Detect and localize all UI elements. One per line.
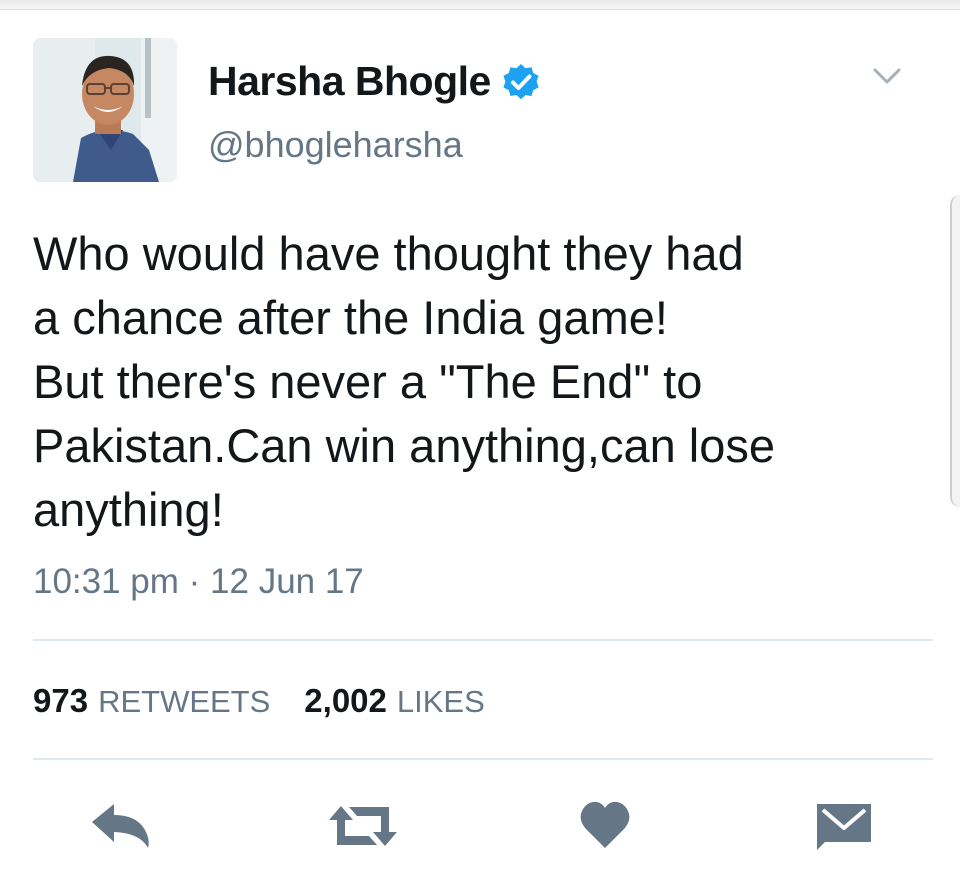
scrollbar-edge[interactable] — [950, 195, 960, 507]
divider — [33, 758, 933, 760]
author-handle[interactable]: @bhogleharsha — [208, 124, 463, 166]
retweet-icon — [329, 806, 397, 846]
tweet-text: Who would have thought they had a chance… — [33, 227, 775, 536]
retweets-label: RETWEETS — [98, 684, 271, 719]
reply-icon — [92, 804, 149, 848]
heart-icon — [580, 801, 630, 848]
chevron-down-icon[interactable] — [870, 62, 904, 90]
likes-count: 2,002 — [304, 682, 387, 719]
direct-message-button[interactable] — [815, 798, 873, 854]
reply-button[interactable] — [88, 798, 152, 854]
avatar-photo — [33, 38, 177, 182]
author-name-row[interactable]: Harsha Bhogle — [208, 58, 541, 105]
author-display-name[interactable]: Harsha Bhogle — [208, 58, 491, 105]
retweets-stat[interactable]: 973 RETWEETS — [33, 682, 270, 720]
likes-label: LIKES — [396, 684, 485, 719]
engagement-stats: 973 RETWEETS 2,002 LIKES — [33, 682, 485, 720]
retweets-count: 973 — [33, 682, 89, 719]
envelope-icon — [817, 804, 871, 850]
top-divider — [0, 0, 960, 10]
avatar[interactable] — [33, 38, 177, 182]
divider — [33, 639, 933, 641]
likes-stat[interactable]: 2,002 LIKES — [304, 682, 484, 720]
tweet-timestamp[interactable]: 10:31 pm · 12 Jun 17 — [33, 562, 364, 602]
like-button[interactable] — [578, 798, 632, 854]
verified-badge-icon — [501, 62, 541, 102]
tweet-detail-screen: Harsha Bhogle @bhogleharsha Who would ha… — [0, 0, 960, 873]
retweet-button[interactable] — [325, 798, 401, 854]
